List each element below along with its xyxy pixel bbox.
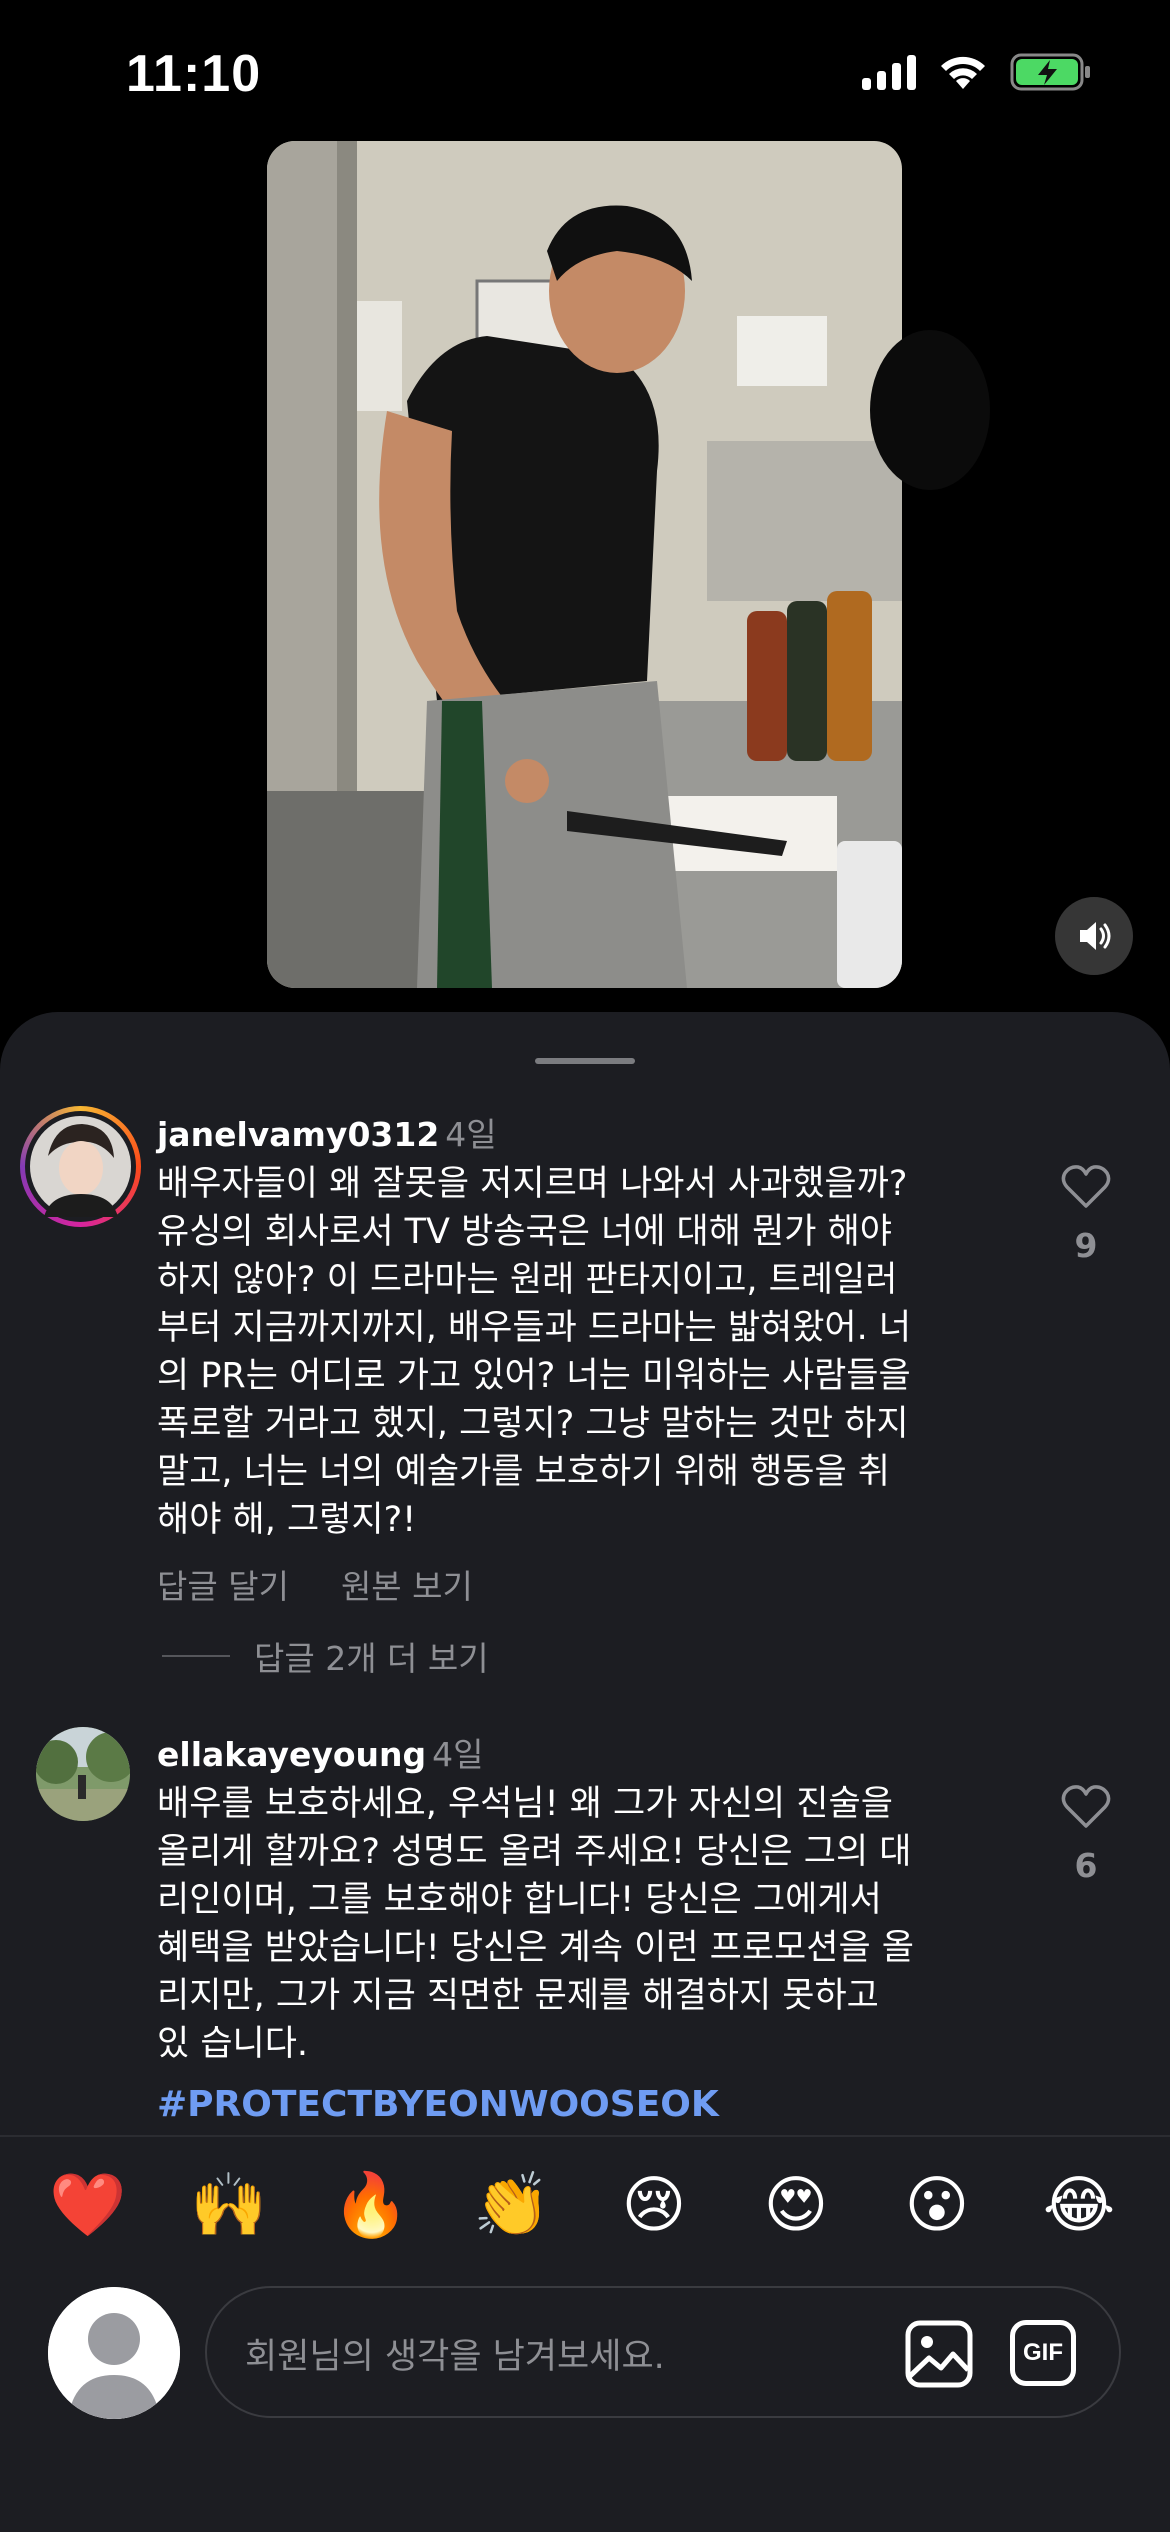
heart-outline-icon bbox=[1061, 1165, 1111, 1208]
image-icon[interactable] bbox=[903, 2318, 975, 2390]
hashtag-link[interactable]: #PROTECTBYEONWOOSEOK bbox=[157, 2084, 719, 2125]
like-button[interactable]: 6 bbox=[1060, 1784, 1112, 1885]
heart-outline-icon bbox=[1061, 1785, 1111, 1828]
like-button[interactable]: 9 bbox=[1060, 1164, 1112, 1265]
dark-overlay-shape bbox=[870, 330, 990, 490]
comment-text: 배우를 보호하세요, 우석님! 왜 그가 자신의 진술을 올리게 할까요? 성명… bbox=[157, 1784, 914, 2064]
view-more-replies[interactable]: 답글 2개 더 보기 bbox=[162, 1632, 489, 1680]
reaction-laughing[interactable]: 😂 bbox=[1034, 2160, 1124, 2250]
video-frame bbox=[267, 141, 902, 988]
reply-button[interactable]: 답글 달기 bbox=[157, 1560, 289, 1608]
avatar bbox=[30, 1116, 131, 1217]
like-count: 9 bbox=[1074, 1226, 1098, 1265]
reaction-raised-hands[interactable]: 🙌 bbox=[184, 2160, 274, 2250]
default-avatar-icon bbox=[48, 2287, 180, 2419]
status-bar: 11:10 bbox=[0, 0, 1170, 150]
comment-username[interactable]: janelvamy0312 4일 bbox=[157, 1108, 497, 1156]
username-text[interactable]: janelvamy0312 bbox=[157, 1115, 439, 1154]
signal-icon bbox=[862, 54, 916, 90]
reaction-heart-eyes[interactable]: 😍 bbox=[751, 2160, 841, 2250]
wifi-icon bbox=[941, 56, 985, 89]
comment-text: 배우자들이 왜 잘못을 저지르며 나와서 사과했을까? 유싱의 회사로서 TV … bbox=[157, 1164, 912, 1540]
user-avatar bbox=[48, 2287, 180, 2419]
view-more-replies-label: 답글 2개 더 보기 bbox=[254, 1639, 489, 1678]
like-count: 6 bbox=[1074, 1846, 1098, 1885]
reaction-fire[interactable]: 🔥 bbox=[326, 2160, 416, 2250]
reaction-clap[interactable]: 👏 bbox=[467, 2160, 557, 2250]
video-player[interactable] bbox=[267, 141, 902, 988]
battery-charging-icon bbox=[1010, 53, 1090, 91]
reaction-heart[interactable]: ❤️ bbox=[43, 2160, 133, 2250]
comment-input[interactable]: 회원님의 생각을 남겨보세요. bbox=[245, 2328, 665, 2379]
status-time: 11:10 bbox=[126, 45, 262, 103]
status-icons bbox=[862, 52, 1092, 92]
sheet-drag-handle[interactable] bbox=[535, 1058, 635, 1064]
story-ring[interactable] bbox=[20, 1106, 141, 1227]
avatar-photo bbox=[36, 1727, 130, 1821]
reaction-crying[interactable]: 😢 bbox=[609, 2160, 699, 2250]
comment-age: 4일 bbox=[445, 1115, 497, 1154]
replies-divider bbox=[162, 1655, 230, 1657]
comment-username[interactable]: ellakayeyoung 4일 bbox=[157, 1728, 484, 1776]
mute-button[interactable] bbox=[1055, 897, 1133, 975]
avatar[interactable] bbox=[36, 1727, 130, 1821]
speaker-icon bbox=[1080, 922, 1111, 950]
username-text[interactable]: ellakayeyoung bbox=[157, 1735, 426, 1774]
comment-composer[interactable]: 회원님의 생각을 남겨보세요. GIF bbox=[205, 2286, 1121, 2418]
gif-button[interactable]: GIF bbox=[1010, 2320, 1076, 2386]
reaction-surprised[interactable]: 😮 bbox=[892, 2160, 982, 2250]
see-original-button[interactable]: 원본 보기 bbox=[341, 1560, 473, 1608]
comment-age: 4일 bbox=[432, 1735, 484, 1774]
comment-actions: 답글 달기 원본 보기 bbox=[157, 1560, 473, 1608]
composer-divider bbox=[0, 2135, 1170, 2137]
